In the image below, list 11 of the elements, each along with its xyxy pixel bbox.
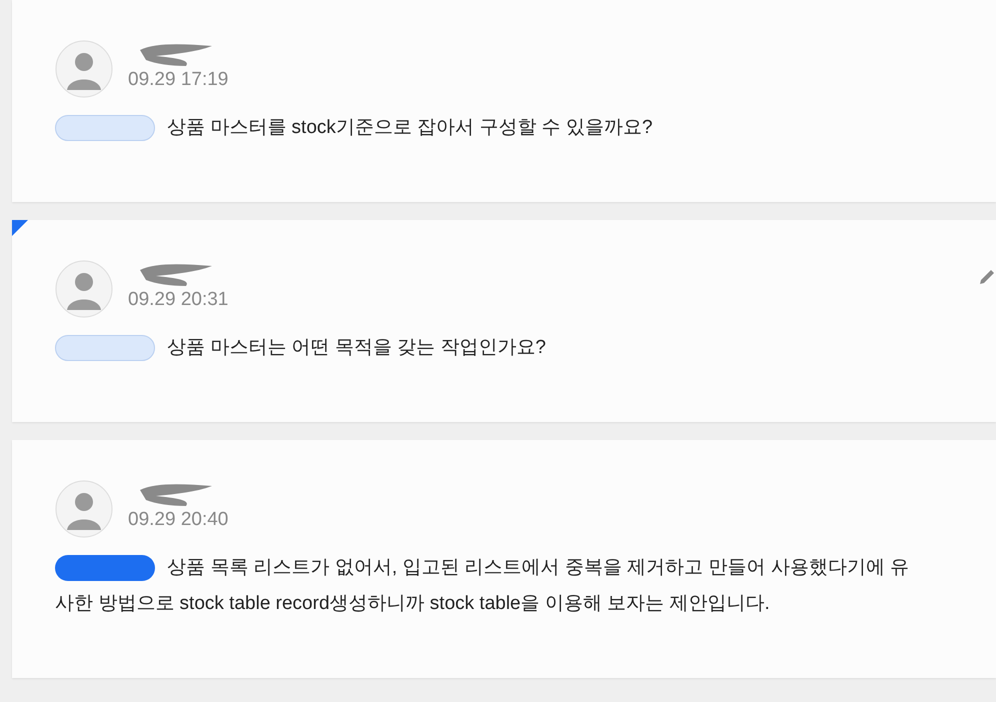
- avatar-icon: [55, 480, 113, 538]
- pencil-icon[interactable]: [978, 268, 996, 286]
- comment-text: 상품 마스터는 어떤 목적을 갖는 작업인가요?: [55, 330, 915, 366]
- comment-time: 09.29 20:31: [128, 288, 230, 312]
- comment-time: 09.29 17:19: [128, 68, 230, 92]
- mention-tag[interactable]: [55, 554, 155, 581]
- avatar-icon: [55, 40, 113, 98]
- comment-text: 상품 목록 리스트가 없어서, 입고된 리스트에서 중복을 제거하고 만들어 사용했다기에 유사한 방법으로 stock table record생성하니까 stock table을 이용해 보자는 제안입니다.: [55, 550, 915, 622]
- avatar-icon: [55, 260, 113, 318]
- comment-time: 09.29 20:40: [128, 508, 230, 532]
- comment-text: 상품 마스터를 stock기준으로 잡아서 구성할 수 있을까요?: [55, 110, 915, 146]
